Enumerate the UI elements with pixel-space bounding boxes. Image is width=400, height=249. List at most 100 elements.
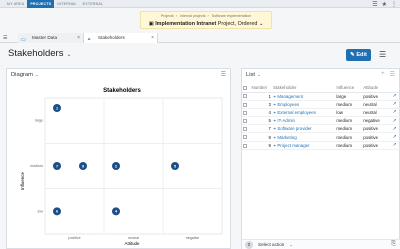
cell-attitude: neutral	[362, 108, 389, 118]
open-icon[interactable]: ↗	[389, 92, 400, 101]
breadcrumb-item[interactable]: Projects	[161, 14, 174, 18]
cell-attitude: positive	[362, 132, 389, 142]
cell-attitude: negative	[362, 116, 389, 126]
hamburger-icon[interactable]: ☰	[372, 1, 377, 8]
nav-internal[interactable]: INTERNAL	[54, 0, 79, 8]
diagram-view-selector[interactable]: Diagram ⌄	[11, 72, 39, 78]
tab-stakeholders[interactable]: ⚭ Stakeholders ×	[84, 33, 158, 43]
close-icon[interactable]: ×	[77, 33, 80, 43]
cell-stakeholder[interactable]: ⚭IT-Admin	[272, 116, 336, 126]
table-row[interactable]: 1 ⚭Management large positive ↗	[242, 92, 400, 101]
add-icon[interactable]: +	[381, 71, 385, 78]
list-menu-icon[interactable]: ☰	[390, 71, 395, 78]
export-icon[interactable]: ⎘	[391, 241, 396, 248]
row-checkbox[interactable]	[242, 141, 251, 150]
row-checkbox[interactable]	[242, 132, 251, 142]
cell-influence: medium	[335, 100, 363, 109]
open-icon[interactable]: ↗	[389, 141, 400, 150]
table-row[interactable]: 9 ⚭Project manager medium positive ↗	[242, 141, 400, 150]
cell-stakeholder[interactable]: ⚭Employees	[272, 100, 336, 109]
table-row[interactable]: 4 ⚭External employees low neutral ↗	[242, 108, 400, 118]
stakeholder-table: Number Stakeholder Influence Attitude 1 ⚭…	[242, 84, 400, 150]
table-row[interactable]: 8 ⚭Marketing medium positive ↗	[242, 132, 400, 142]
cell-stakeholder[interactable]: ⚭Project manager	[272, 141, 336, 150]
diagram-menu-icon[interactable]: ☰	[221, 71, 226, 78]
cell-stakeholder[interactable]: ⚭Software provider	[272, 124, 336, 134]
project-header: Projects › Internal projects › Software im…	[140, 11, 272, 29]
menu-icon[interactable]: ☰	[379, 50, 386, 59]
chevron-down-icon: ⌄	[66, 52, 72, 58]
select-all-checkbox[interactable]	[242, 84, 251, 93]
stakeholder-icon: ⚭	[273, 93, 277, 99]
stakeholder-point-6[interactable]: 6	[53, 207, 61, 216]
stakeholder-point-4[interactable]: 4	[112, 207, 120, 216]
y-tick-label: medium	[30, 164, 43, 168]
nav-my-area[interactable]: MY AREA	[4, 0, 27, 8]
open-icon[interactable]: ↗	[389, 100, 400, 109]
list-view-selector[interactable]: List ⌄	[246, 72, 261, 78]
top-bar: MY AREA PROJECTS INTERNAL EXTERNAL ☰ ★ ⋮	[0, 0, 400, 8]
chart-ticks: positive neutral negative large medium low	[30, 119, 199, 240]
cell-attitude: positive	[362, 124, 389, 134]
more-icon[interactable]: ⋮	[391, 1, 397, 8]
stakeholder-icon: ⚭	[273, 134, 277, 140]
breadcrumb: Projects › Internal projects › Software im…	[160, 14, 252, 18]
open-icon[interactable]: ↗	[389, 108, 400, 118]
open-icon[interactable]: ↗	[389, 124, 400, 134]
cell-number: 1	[250, 92, 272, 101]
stakeholder-point-2[interactable]: 2	[112, 162, 120, 170]
stakeholder-point-7[interactable]: 7	[53, 162, 61, 170]
row-checkbox[interactable]	[242, 116, 251, 126]
star-icon[interactable]: ★	[382, 1, 387, 8]
nav-external[interactable]: EXTERNAL	[80, 0, 107, 8]
table-row[interactable]: 3 ⚭Employees medium neutral ↗	[242, 100, 400, 109]
cell-stakeholder[interactable]: ⚭External employees	[272, 108, 336, 118]
stakeholder-point-5[interactable]: 5	[171, 162, 179, 170]
column-header-open	[389, 84, 400, 93]
folder-icon: ▭	[21, 37, 26, 43]
stakeholder-chart: Stakeholders positive neutral negative larg…	[20, 88, 223, 246]
row-checkbox[interactable]	[242, 92, 251, 101]
table-row[interactable]: 7 ⚭Software provider medium positive ↗	[242, 124, 400, 134]
cell-stakeholder[interactable]: ⚭Marketing	[272, 132, 336, 142]
cell-attitude: positive	[362, 92, 389, 101]
cell-number: 9	[250, 141, 272, 150]
column-header-attitude[interactable]: Attitude	[362, 84, 389, 93]
nav-projects[interactable]: PROJECTS	[27, 0, 55, 8]
edit-label: Edit	[356, 52, 367, 58]
row-checkbox[interactable]	[242, 108, 251, 118]
stakeholder-icon: ⚭	[273, 126, 277, 132]
column-header-influence[interactable]: Influence	[335, 84, 363, 93]
column-header-number[interactable]: Number	[250, 84, 272, 93]
row-checkbox[interactable]	[242, 124, 251, 134]
close-icon[interactable]: ×	[151, 33, 154, 43]
y-axis-label: Influence	[20, 172, 25, 190]
tabs-menu-icon[interactable]: ☰	[3, 35, 7, 41]
stakeholder-name: Marketing	[277, 134, 297, 140]
top-icons: ☰ ★ ⋮	[372, 0, 397, 8]
page-title[interactable]: Stakeholders ⌄	[8, 48, 71, 59]
row-checkbox[interactable]	[242, 100, 251, 109]
select-action-label: Select action	[258, 242, 285, 247]
point-label: 9	[82, 164, 84, 168]
project-title[interactable]: ▣ Implementation Intranet Project, Order…	[141, 21, 271, 27]
table-row[interactable]: 5 ⚭IT-Admin medium negative ↗	[242, 116, 400, 126]
stakeholder-point-9[interactable]: 9	[79, 162, 87, 170]
briefcase-icon: ▣	[148, 21, 154, 27]
tab-bar: ☰ ▭ Master Data × ⚭ Stakeholders ×	[0, 33, 400, 43]
breadcrumb-item[interactable]: Internal projects	[180, 14, 206, 18]
list-toolbar: + ☰	[381, 71, 395, 78]
open-icon[interactable]: ↗	[389, 116, 400, 126]
stakeholder-point-1[interactable]: 1	[53, 104, 61, 112]
breadcrumb-item[interactable]: Software implementation	[212, 14, 252, 18]
column-header-stakeholder[interactable]: Stakeholder	[272, 84, 336, 93]
tab-master-data[interactable]: ▭ Master Data ×	[18, 33, 84, 43]
cell-influence: low	[335, 108, 363, 118]
edit-button[interactable]: ✎ Edit	[346, 49, 371, 61]
cell-stakeholder[interactable]: ⚭Management	[272, 92, 336, 101]
open-icon[interactable]: ↗	[389, 132, 400, 142]
select-action-dropdown[interactable]: Select action ⌄	[258, 242, 293, 247]
point-label: 2	[115, 164, 117, 168]
stakeholder-name: Employees	[277, 101, 300, 107]
stakeholder-icon: ⚭	[273, 101, 277, 107]
